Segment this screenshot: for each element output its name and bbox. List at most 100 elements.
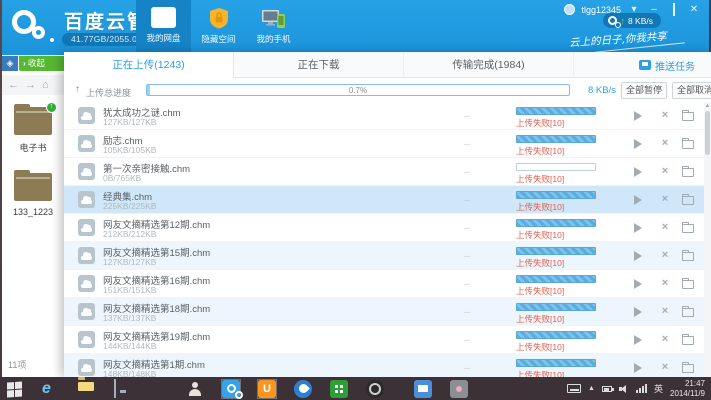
green-suite-app-icon[interactable]: [330, 380, 348, 398]
file-speed: --: [464, 139, 470, 149]
baidu-pan-logo-icon: [12, 8, 54, 46]
file-size: 148KB/148KB: [103, 369, 156, 377]
tab-completed[interactable]: 传输完成(1984): [404, 52, 574, 78]
cancel-upload-button[interactable]: ×: [658, 362, 672, 374]
restore-button[interactable]: [667, 4, 681, 15]
resume-upload-button[interactable]: [632, 110, 646, 122]
audio-tool-app-icon[interactable]: [450, 380, 468, 398]
file-size: 225KB/225KB: [103, 201, 156, 211]
file-row[interactable]: 网友文摘精选第15期.chm 127KB/127KB -- 上传失败[10] ×: [64, 242, 704, 270]
file-explorer-icon[interactable]: [78, 380, 96, 398]
open-folder-button[interactable]: [682, 138, 696, 150]
back-button[interactable]: ←: [8, 79, 19, 91]
file-row[interactable]: 网友文摘精选第19期.chm 144KB/144KB -- 上传失败[10] ×: [64, 326, 704, 354]
nav-tab-my-phone[interactable]: 我的手机: [246, 0, 301, 55]
thunder-icon[interactable]: [294, 380, 312, 398]
contacts-app-icon[interactable]: [186, 380, 204, 398]
forward-button[interactable]: →: [25, 79, 36, 91]
open-folder-button[interactable]: [682, 166, 696, 178]
upload-status: 上传失败[10]: [516, 229, 564, 241]
file-row[interactable]: 犹太成功之谜.chm 127KB/127KB -- 上传失败[10] ×: [64, 102, 704, 130]
upload-status: 上传失败[10]: [516, 313, 564, 325]
nav-tab-hidden-space[interactable]: 隐藏空间: [191, 0, 246, 55]
upload-status: 上传失败[10]: [516, 341, 564, 353]
cancel-upload-button[interactable]: ×: [658, 278, 672, 290]
open-folder-button[interactable]: [682, 110, 696, 122]
cancel-upload-button[interactable]: ×: [658, 166, 672, 178]
close-button[interactable]: ✕: [687, 4, 701, 15]
banner-collapse-button[interactable]: ›收起: [19, 56, 65, 71]
file-row[interactable]: 网友文摘精选第1期.chm 148KB/148KB -- 上传失败[10] ×: [64, 354, 704, 377]
file-row[interactable]: 经典集.chm 225KB/225KB -- 上传失败[10] ×: [64, 186, 704, 214]
file-row[interactable]: 第一次亲密接触.chm 0B/765KB -- 上传失败[10] ×: [64, 158, 704, 186]
open-folder-button[interactable]: [682, 194, 696, 206]
open-folder-button[interactable]: [682, 222, 696, 234]
tab-uploading[interactable]: 正在上传(1243): [64, 52, 234, 78]
scrollbar-thumb[interactable]: [705, 111, 710, 155]
total-progress-label: 上传总进度: [86, 86, 131, 99]
baidu-cloud-taskbar-icon[interactable]: [222, 380, 240, 398]
tray-expand-icon[interactable]: ▲: [588, 385, 595, 392]
cancel-upload-button[interactable]: ×: [658, 306, 672, 318]
uc-browser-icon[interactable]: U: [258, 380, 276, 398]
file-row[interactable]: 网友文摘精选第18期.chm 137KB/137KB -- 上传失败[10] ×: [64, 298, 704, 326]
open-folder-button[interactable]: [682, 250, 696, 262]
language-indicator[interactable]: 英: [654, 382, 663, 395]
media-pinwheel-icon[interactable]: [150, 380, 168, 398]
push-task-button[interactable]: 推送任务: [639, 52, 695, 78]
display-app-icon[interactable]: [114, 380, 132, 398]
network-signal-icon[interactable]: [636, 384, 647, 393]
resume-upload-button[interactable]: [632, 278, 646, 290]
bg-app-icon[interactable]: ◈: [2, 56, 18, 71]
file-speed: --: [464, 279, 470, 289]
folder-label[interactable]: 电子书: [4, 141, 62, 154]
cancel-upload-button[interactable]: ×: [658, 110, 672, 122]
utility-ring-app-icon[interactable]: [366, 380, 384, 398]
mini-pan-logo-icon: [608, 16, 617, 25]
resume-upload-button[interactable]: [632, 166, 646, 178]
cancel-upload-button[interactable]: ×: [658, 250, 672, 262]
speaker-icon[interactable]: [619, 384, 629, 393]
cancel-upload-button[interactable]: ×: [658, 138, 672, 150]
open-folder-button[interactable]: [682, 334, 696, 346]
folder-133-1223[interactable]: [14, 173, 52, 201]
resume-upload-button[interactable]: [632, 334, 646, 346]
start-button[interactable]: [6, 379, 24, 398]
file-type-icon: [78, 247, 95, 264]
cancel-upload-button[interactable]: ×: [658, 194, 672, 206]
desktop-tool-app-icon[interactable]: [414, 380, 432, 398]
tab-downloading[interactable]: 正在下载: [234, 52, 404, 78]
resume-upload-button[interactable]: [632, 222, 646, 234]
cancel-upload-button[interactable]: ×: [658, 222, 672, 234]
pause-all-button[interactable]: 全部暂停: [621, 82, 667, 99]
folder-label[interactable]: 133_1223: [4, 207, 62, 217]
user-avatar[interactable]: [564, 4, 575, 15]
open-folder-button[interactable]: [682, 362, 696, 374]
resume-upload-button[interactable]: [632, 306, 646, 318]
folder-ebooks[interactable]: ↑: [14, 107, 52, 135]
resume-upload-button[interactable]: [632, 138, 646, 150]
internet-explorer-icon[interactable]: e: [42, 380, 60, 398]
upload-file-list: 犹太成功之谜.chm 127KB/127KB -- 上传失败[10] × 励志.…: [64, 102, 711, 377]
clock[interactable]: 21:47 2014/11/9: [670, 379, 705, 398]
file-type-icon: [78, 135, 95, 152]
resume-upload-button[interactable]: [632, 362, 646, 374]
open-folder-button[interactable]: [682, 306, 696, 318]
file-row[interactable]: 网友文摘精选第16期.chm 151KB/151KB -- 上传失败[10] ×: [64, 270, 704, 298]
touch-keyboard-icon[interactable]: [567, 384, 581, 393]
resume-upload-button[interactable]: [632, 194, 646, 206]
scroll-up-icon[interactable]: ▲: [704, 102, 711, 110]
cancel-upload-button[interactable]: ×: [658, 334, 672, 346]
file-row[interactable]: 网友文摘精选第12期.chm 212KB/212KB -- 上传失败[10] ×: [64, 214, 704, 242]
open-folder-button[interactable]: [682, 278, 696, 290]
home-button[interactable]: ⌂: [42, 79, 49, 91]
shield-lock-icon: [208, 7, 230, 29]
file-row[interactable]: 励志.chm 105KB/105KB -- 上传失败[10] ×: [64, 130, 704, 158]
resume-upload-button[interactable]: [632, 250, 646, 262]
push-device-icon: [639, 60, 651, 70]
cloud-drive-icon: [151, 7, 176, 28]
cancel-all-button[interactable]: 全部取消: [672, 82, 711, 99]
scrollbar[interactable]: ▲: [704, 102, 711, 377]
battery-icon[interactable]: [602, 386, 612, 392]
nav-tab-my-drive[interactable]: 我的网盘: [136, 0, 191, 55]
